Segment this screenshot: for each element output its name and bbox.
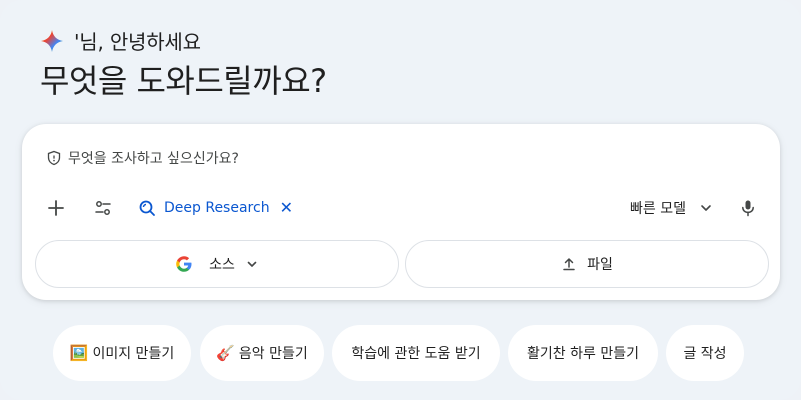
- deep-research-chip[interactable]: Deep Research ✕: [138, 194, 293, 222]
- suggestion-chip-music[interactable]: 🎸 음악 만들기: [200, 325, 324, 381]
- suggestion-chip-image[interactable]: 🖼️ 이미지 만들기: [53, 325, 191, 381]
- model-label: 빠른 모델: [630, 201, 686, 217]
- suggestion-chip-learning[interactable]: 학습에 관한 도움 받기: [332, 325, 500, 381]
- composer-toolbar: Deep Research ✕ 빠른 모델: [22, 192, 780, 224]
- picture-icon: 🖼️: [69, 344, 89, 362]
- close-icon[interactable]: ✕: [280, 200, 293, 216]
- gemini-sparkle-icon: [41, 29, 63, 52]
- sources-button[interactable]: 소스: [35, 240, 399, 288]
- sources-label: 소스: [209, 257, 235, 273]
- tune-icon: [95, 201, 111, 215]
- suggestion-label: 이미지 만들기: [92, 346, 175, 362]
- greeting-text: '님, 안녕하세요: [74, 30, 201, 54]
- chevron-down-icon: [247, 261, 257, 267]
- prompt-placeholder: 무엇을 조사하고 싶으신가요?: [68, 151, 239, 167]
- plus-icon: [48, 200, 64, 216]
- page-title: 무엇을 도와드릴까요?: [40, 62, 327, 100]
- upload-icon: [563, 258, 575, 271]
- deep-research-icon: [139, 200, 155, 216]
- shield-icon: [47, 150, 61, 166]
- chevron-down-icon: [701, 205, 711, 211]
- suggestion-chips: 🖼️ 이미지 만들기 🎸 음악 만들기 학습에 관한 도움 받기 활기찬 하루 …: [0, 325, 801, 381]
- suggestion-chip-writing[interactable]: 글 작성: [666, 325, 744, 381]
- deep-research-label: Deep Research: [164, 200, 270, 216]
- tools-button[interactable]: [89, 194, 117, 222]
- suggestion-label: 글 작성: [683, 346, 727, 362]
- suggestion-label: 학습에 관한 도움 받기: [351, 346, 481, 362]
- suggestion-label: 활기찬 하루 만들기: [527, 346, 639, 362]
- model-selector[interactable]: 빠른 모델: [630, 194, 714, 222]
- add-button[interactable]: [42, 194, 70, 222]
- file-label: 파일: [587, 257, 613, 273]
- microphone-button[interactable]: [734, 194, 762, 222]
- google-icon: [176, 256, 192, 272]
- suggestion-label: 음악 만들기: [238, 346, 308, 362]
- suggestion-chip-day[interactable]: 활기찬 하루 만들기: [508, 325, 658, 381]
- microphone-icon: [742, 200, 754, 217]
- prompt-composer: 무엇을 조사하고 싶으신가요? Deep Research ✕ 빠른 모델 소스…: [22, 124, 780, 300]
- prompt-input[interactable]: 무엇을 조사하고 싶으신가요?: [46, 148, 239, 168]
- file-upload-button[interactable]: 파일: [405, 240, 769, 288]
- greeting-row: '님, 안녕하세요: [40, 26, 201, 55]
- guitar-icon: 🎸: [216, 344, 235, 362]
